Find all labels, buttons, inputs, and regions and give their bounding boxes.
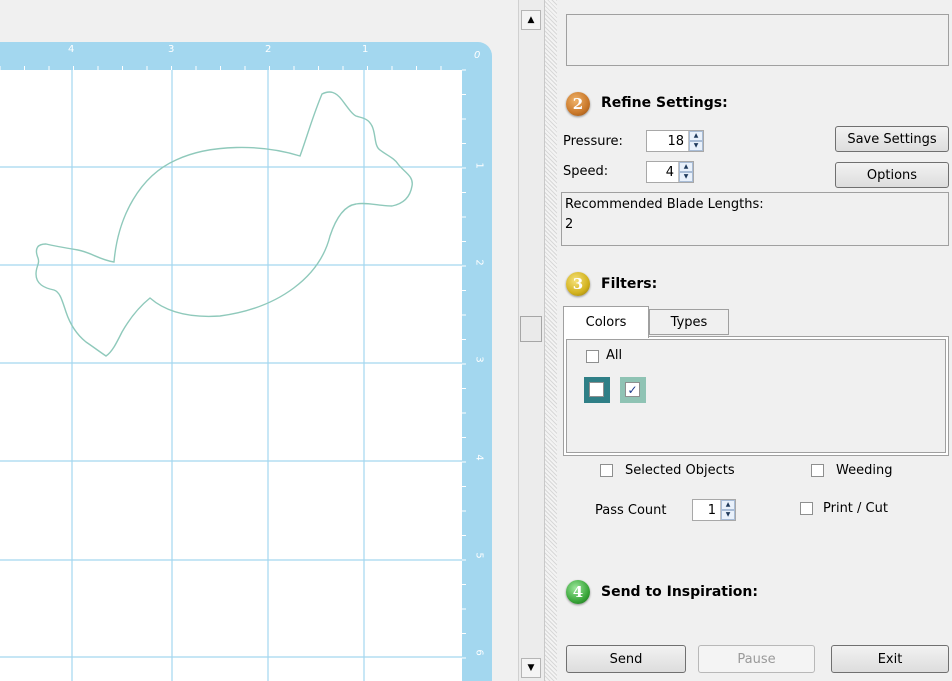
exit-button[interactable]: Exit [831,645,949,673]
weeding-checkbox[interactable] [811,464,824,477]
speed-label: Speed: [563,164,609,179]
ruler-label-top: 3 [168,44,175,55]
top-ruler-ticks [0,66,442,70]
ruler-label-right: 5 [473,552,485,559]
tab-types[interactable]: Types [649,309,729,335]
pressure-value: 18 [667,133,684,149]
send-button[interactable]: Send [566,645,686,673]
ruler-label-top: 4 [68,44,75,55]
cutting-mat-canvas[interactable]: 4 3 2 1 0 1 2 3 4 5 6 [0,0,518,681]
tab-colors[interactable]: Colors [563,306,649,338]
spin-down-icon[interactable]: ▼ [679,172,693,182]
filters-title: Filters: [601,276,658,292]
checkmark-icon: ✓ [627,382,638,397]
arrow-down-icon: ▼ [527,663,535,673]
ruler-label-right: 6 [473,649,485,656]
ruler-label-right: 3 [473,356,485,363]
ruler-label-top: 0 [474,50,481,61]
pause-button[interactable]: Pause [698,645,815,673]
colors-tab-panel: All ✓ [563,336,949,456]
blade-lengths-title: Recommended Blade Lengths: [565,197,764,212]
speed-value: 4 [665,164,674,180]
cut-settings-panel: 2 Refine Settings: Pressure: 18 ▲ ▼ Speed… [557,0,952,681]
color-swatch-2[interactable]: ✓ [620,377,646,403]
spin-up-icon[interactable]: ▲ [689,131,703,141]
speed-spin-arrows[interactable]: ▲ ▼ [678,162,693,182]
step-2-badge: 2 [566,92,590,116]
print-cut-checkbox[interactable] [800,502,813,515]
scrollbar-thumb[interactable] [520,316,542,342]
pressure-spin-arrows[interactable]: ▲ ▼ [688,131,703,151]
ruler-label-right: 4 [473,454,485,461]
pass-count-stepper[interactable]: 1 ▲ ▼ [692,499,736,521]
scroll-up-button[interactable]: ▲ [521,10,541,30]
all-label: All [606,348,623,363]
print-cut-label: Print / Cut [823,501,888,516]
refine-settings-title: Refine Settings: [601,95,728,111]
selected-objects-checkbox[interactable] [600,464,613,477]
candy-shape-outline[interactable] [35,91,413,357]
vertical-scrollbar[interactable]: ▲ ▼ [518,0,544,681]
panel-splitter[interactable] [544,0,558,681]
mat-drawing [0,66,466,681]
colors-list: All ✓ [566,339,946,453]
pressure-stepper[interactable]: 18 ▲ ▼ [646,130,704,152]
pass-count-value: 1 [707,502,716,518]
color-swatch-1-checkbox[interactable] [589,382,604,397]
color-swatch-2-checkbox[interactable]: ✓ [625,382,640,397]
pass-count-spin-arrows[interactable]: ▲ ▼ [720,500,735,520]
pass-count-label: Pass Count [595,503,667,518]
spin-up-icon[interactable]: ▲ [679,162,693,172]
blade-lengths-value: 2 [565,217,574,232]
color-swatch-1[interactable] [584,377,610,403]
all-checkbox[interactable] [586,350,599,363]
save-settings-button[interactable]: Save Settings [835,126,949,152]
ruler-label-right: 2 [473,259,485,266]
ruler-label-top: 1 [362,44,369,55]
preview-box [566,14,949,66]
spin-down-icon[interactable]: ▼ [689,141,703,151]
step-4-badge: 4 [566,580,590,604]
spin-up-icon[interactable]: ▲ [721,500,735,510]
selected-objects-label: Selected Objects [625,463,735,478]
pressure-label: Pressure: [563,134,623,149]
grid-lines [0,70,462,681]
spin-down-icon[interactable]: ▼ [721,510,735,520]
ruler-label-right: 1 [473,162,485,169]
step-3-badge: 3 [566,272,590,296]
weeding-label: Weeding [836,463,893,478]
arrow-up-icon: ▲ [527,15,535,25]
send-to-inspiration-title: Send to Inspiration: [601,584,758,600]
ruler-label-top: 2 [265,44,272,55]
blade-lengths-box: Recommended Blade Lengths: 2 [561,192,949,246]
speed-stepper[interactable]: 4 ▲ ▼ [646,161,694,183]
options-button[interactable]: Options [835,162,949,188]
scroll-down-button[interactable]: ▼ [521,658,541,678]
right-ruler-ticks [462,69,466,659]
